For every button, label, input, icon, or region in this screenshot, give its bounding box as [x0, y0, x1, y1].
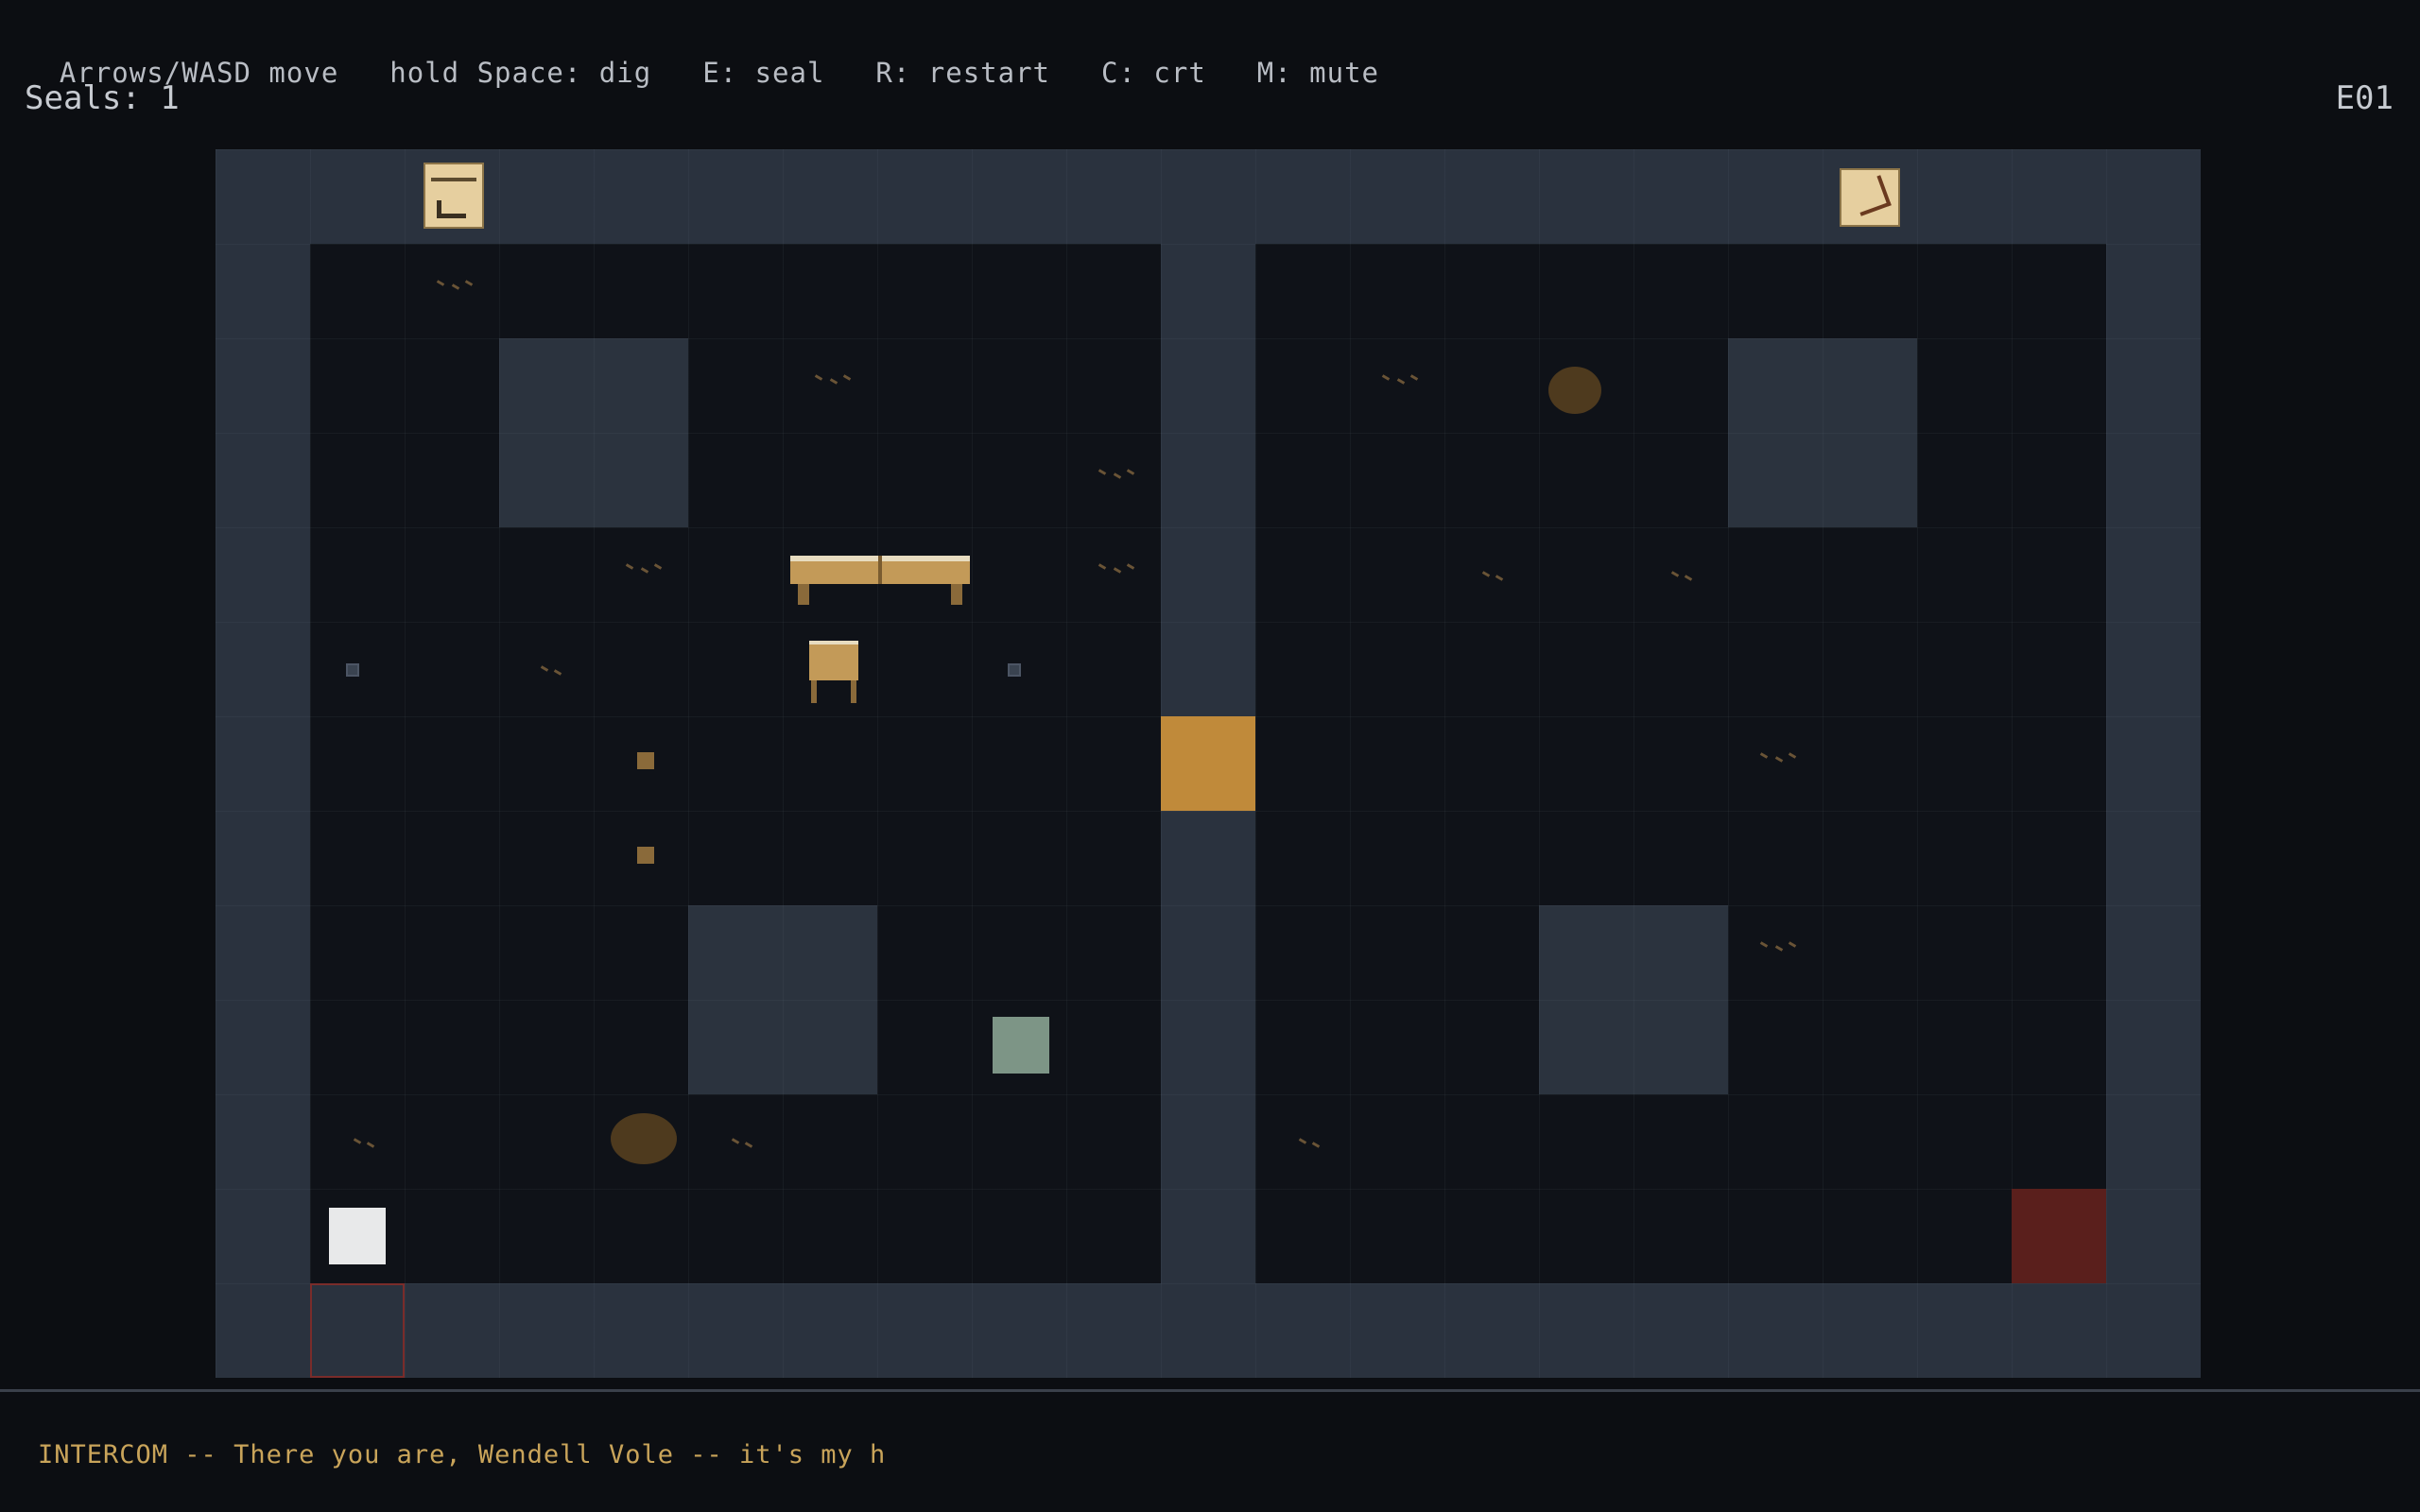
seals-counter: Seals: 1 — [25, 79, 180, 117]
level-indicator: E01 — [2335, 79, 2394, 117]
footprint-trace — [625, 563, 664, 576]
exit-tile[interactable] — [2012, 1189, 2106, 1283]
wall-map-icon[interactable] — [1840, 168, 1900, 227]
footprint-trace — [731, 1138, 769, 1151]
table-icon — [790, 556, 970, 612]
footprint-trace — [540, 665, 579, 679]
game-board[interactable] — [216, 149, 2201, 1378]
crate-icon[interactable] — [993, 1017, 1049, 1074]
footprint-trace — [1298, 1138, 1337, 1151]
footprint-trace — [1670, 571, 1709, 584]
footprint-trace — [814, 374, 853, 387]
footprint-trace — [436, 280, 475, 293]
dirt-mound-icon — [611, 1113, 677, 1164]
footprint-trace — [353, 1138, 391, 1151]
intercom-message: INTERCOM -- There you are, Wendell Vole … — [38, 1440, 887, 1469]
floor-stud — [346, 663, 359, 677]
footprint-trace — [1098, 469, 1136, 482]
wall-note-icon[interactable] — [424, 163, 484, 229]
footprint-trace — [1481, 571, 1520, 584]
item-dot — [637, 752, 654, 769]
controls-hint: Arrows/WASD move hold Space: dig E: seal R:… — [25, 25, 1430, 89]
player-icon — [329, 1208, 386, 1264]
room-right — [1255, 244, 2106, 1283]
wall-block — [499, 338, 688, 527]
dirt-mound-icon — [1548, 367, 1601, 414]
footprint-trace — [1759, 941, 1798, 954]
wall-block — [688, 905, 877, 1094]
control-crt: C: crt — [1101, 57, 1206, 89]
wall-block — [1728, 338, 1917, 527]
control-mute: M: mute — [1256, 57, 1379, 89]
door-tile[interactable] — [1161, 716, 1255, 811]
wall-block — [1539, 905, 1728, 1094]
control-restart: R: restart — [875, 57, 1051, 89]
control-seal: E: seal — [702, 57, 825, 89]
entry-tile — [310, 1283, 405, 1378]
item-dot — [637, 847, 654, 864]
room-left — [310, 244, 1161, 1283]
chair-icon — [809, 641, 858, 703]
control-dig: hold Space: dig — [389, 57, 652, 89]
footprint-trace — [1759, 752, 1798, 765]
dialog-divider — [0, 1389, 2420, 1392]
footprint-trace — [1098, 563, 1136, 576]
footprint-trace — [1381, 374, 1420, 387]
floor-stud — [1008, 663, 1021, 677]
